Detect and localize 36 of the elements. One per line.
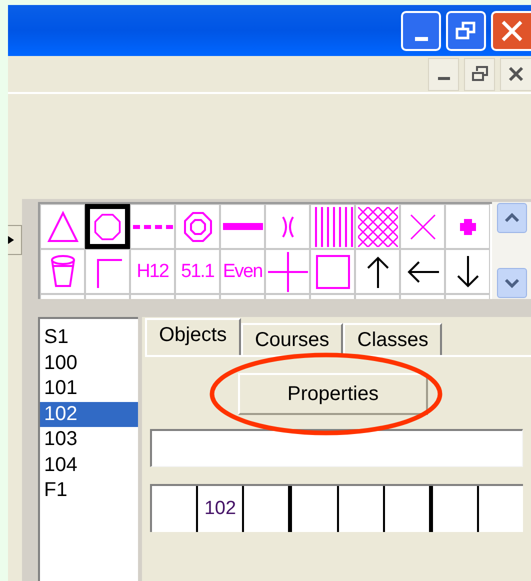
- symbol-label: Even: [222, 262, 262, 281]
- cross-hatch-icon: [358, 206, 398, 246]
- restore-button[interactable]: [464, 58, 495, 90]
- bracket-icon: [280, 216, 294, 238]
- close-button[interactable]: [500, 58, 531, 90]
- list-item[interactable]: 102: [40, 402, 138, 427]
- list-item[interactable]: 101: [40, 376, 138, 402]
- scroll-down-button[interactable]: [496, 268, 526, 298]
- list-item[interactable]: 103: [40, 427, 138, 452]
- list-item[interactable]: 104: [40, 452, 138, 478]
- vertical-hatch-icon: [312, 206, 352, 246]
- symbol-label: H12: [136, 262, 168, 281]
- tab[interactable]: Classes: [343, 323, 442, 355]
- thick-line-icon: [222, 223, 262, 230]
- strip-cell: 102: [196, 486, 242, 532]
- restore-icon: [455, 20, 477, 42]
- chevron-down-icon: [504, 278, 520, 288]
- properties-button[interactable]: Properties: [238, 373, 428, 415]
- text-field[interactable]: [150, 429, 523, 467]
- close-icon: [500, 19, 524, 43]
- close-icon: [508, 66, 524, 82]
- panel-toggle-button[interactable]: [8, 225, 22, 255]
- plus-icon: [268, 252, 308, 292]
- restore-icon: [470, 65, 488, 83]
- chevron-up-icon: [504, 213, 520, 223]
- tab[interactable]: Objects: [145, 318, 241, 355]
- arrow-icon: [8, 236, 14, 244]
- list-item[interactable]: F1: [40, 478, 138, 504]
- symbol-label: 51.1: [181, 262, 214, 281]
- scroll-up-button[interactable]: [496, 203, 526, 233]
- list-item[interactable]: S1: [40, 325, 138, 350]
- list-item[interactable]: 100: [40, 350, 138, 376]
- symbol-cell[interactable]: [85, 204, 130, 249]
- tab[interactable]: Courses: [240, 323, 344, 355]
- minimize-button[interactable]: [428, 58, 459, 90]
- dashed-line-icon: [132, 224, 172, 228]
